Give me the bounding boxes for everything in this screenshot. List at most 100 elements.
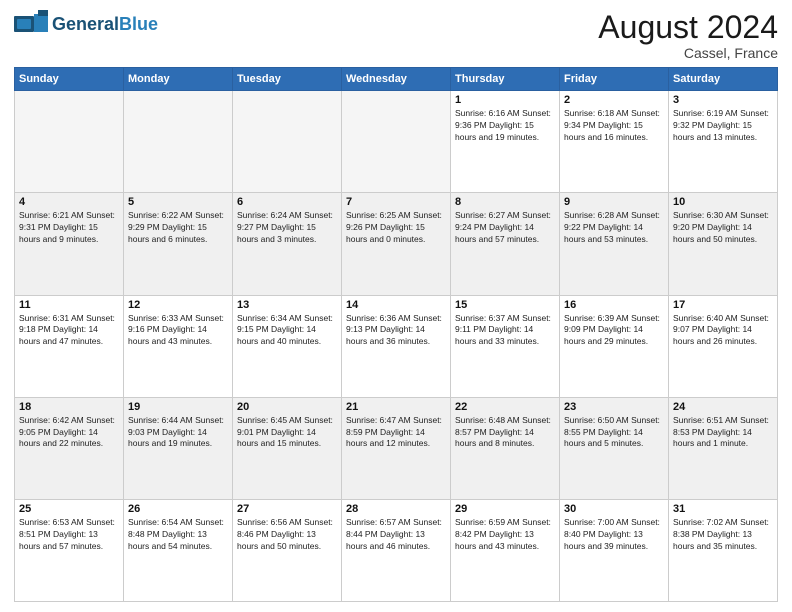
calendar-cell: 14Sunrise: 6:36 AM Sunset: 9:13 PM Dayli… bbox=[342, 295, 451, 397]
day-number: 29 bbox=[455, 503, 555, 515]
weekday-header-wednesday: Wednesday bbox=[342, 68, 451, 91]
calendar-cell: 19Sunrise: 6:44 AM Sunset: 9:03 PM Dayli… bbox=[124, 397, 233, 499]
day-number: 10 bbox=[673, 196, 773, 208]
cell-info: Sunrise: 6:42 AM Sunset: 9:05 PM Dayligh… bbox=[19, 415, 119, 451]
location: Cassel, France bbox=[598, 45, 778, 61]
cell-info: Sunrise: 6:56 AM Sunset: 8:46 PM Dayligh… bbox=[237, 517, 337, 553]
calendar-cell: 28 Sunrise: 6:57 AM Sunset: 8:44 PM Dayli… bbox=[342, 499, 451, 601]
weekday-header-sunday: Sunday bbox=[15, 68, 124, 91]
day-number: 20 bbox=[237, 401, 337, 413]
calendar-cell: 26 Sunrise: 6:54 AM Sunset: 8:48 PM Dayli… bbox=[124, 499, 233, 601]
cell-info: Sunrise: 7:00 AM Sunset: 8:40 PM Dayligh… bbox=[564, 517, 664, 553]
calendar-cell: 16 Sunrise: 6:39 AM Sunset: 9:09 PM Dayli… bbox=[560, 295, 669, 397]
calendar-cell: 3 Sunrise: 6:19 AM Sunset: 9:32 PM Daylig… bbox=[669, 91, 778, 193]
month-title: August 2024 bbox=[598, 10, 778, 45]
cell-info: Sunrise: 6:59 AM Sunset: 8:42 PM Dayligh… bbox=[455, 517, 555, 553]
calendar-table: SundayMondayTuesdayWednesdayThursdayFrid… bbox=[14, 67, 778, 602]
logo-icon bbox=[14, 10, 48, 38]
calendar-cell: 22 Sunrise: 6:48 AM Sunset: 8:57 PM Dayli… bbox=[451, 397, 560, 499]
cell-info: Sunrise: 6:50 AM Sunset: 8:55 PM Dayligh… bbox=[564, 415, 664, 451]
day-number: 14 bbox=[346, 299, 446, 311]
calendar-cell: 24 Sunrise: 6:51 AM Sunset: 8:53 PM Dayli… bbox=[669, 397, 778, 499]
calendar-cell: 21Sunrise: 6:47 AM Sunset: 8:59 PM Dayli… bbox=[342, 397, 451, 499]
calendar-cell: 10 Sunrise: 6:30 AM Sunset: 9:20 PM Dayli… bbox=[669, 193, 778, 295]
calendar-cell: 20 Sunrise: 6:45 AM Sunset: 9:01 PM Dayli… bbox=[233, 397, 342, 499]
calendar-cell bbox=[124, 91, 233, 193]
calendar-cell: 23 Sunrise: 6:50 AM Sunset: 8:55 PM Dayli… bbox=[560, 397, 669, 499]
calendar-cell bbox=[342, 91, 451, 193]
calendar-cell: 17 Sunrise: 6:40 AM Sunset: 9:07 PM Dayli… bbox=[669, 295, 778, 397]
calendar-cell: 13 Sunrise: 6:34 AM Sunset: 9:15 PM Dayli… bbox=[233, 295, 342, 397]
day-number: 11 bbox=[19, 299, 119, 311]
cell-info: Sunrise: 6:34 AM Sunset: 9:15 PM Dayligh… bbox=[237, 313, 337, 349]
cell-info: Sunrise: 6:30 AM Sunset: 9:20 PM Dayligh… bbox=[673, 210, 773, 246]
day-number: 26 bbox=[128, 503, 228, 515]
day-number: 24 bbox=[673, 401, 773, 413]
cell-info: Sunrise: 6:19 AM Sunset: 9:32 PM Dayligh… bbox=[673, 108, 773, 144]
page: GeneralBlue August 2024 Cassel, France S… bbox=[0, 0, 792, 612]
day-number: 18 bbox=[19, 401, 119, 413]
cell-info: Sunrise: 6:24 AM Sunset: 9:27 PM Dayligh… bbox=[237, 210, 337, 246]
day-number: 19 bbox=[128, 401, 228, 413]
cell-info: Sunrise: 6:48 AM Sunset: 8:57 PM Dayligh… bbox=[455, 415, 555, 451]
day-number: 9 bbox=[564, 196, 664, 208]
calendar-cell: 2 Sunrise: 6:18 AM Sunset: 9:34 PM Daylig… bbox=[560, 91, 669, 193]
cell-info: Sunrise: 6:51 AM Sunset: 8:53 PM Dayligh… bbox=[673, 415, 773, 451]
day-number: 16 bbox=[564, 299, 664, 311]
title-block: August 2024 Cassel, France bbox=[598, 10, 778, 61]
cell-info: Sunrise: 7:02 AM Sunset: 8:38 PM Dayligh… bbox=[673, 517, 773, 553]
day-number: 23 bbox=[564, 401, 664, 413]
calendar-cell: 12Sunrise: 6:33 AM Sunset: 9:16 PM Dayli… bbox=[124, 295, 233, 397]
weekday-header-tuesday: Tuesday bbox=[233, 68, 342, 91]
cell-info: Sunrise: 6:57 AM Sunset: 8:44 PM Dayligh… bbox=[346, 517, 446, 553]
calendar-cell: 30Sunrise: 7:00 AM Sunset: 8:40 PM Dayli… bbox=[560, 499, 669, 601]
day-number: 13 bbox=[237, 299, 337, 311]
calendar-cell: 31 Sunrise: 7:02 AM Sunset: 8:38 PM Dayli… bbox=[669, 499, 778, 601]
cell-info: Sunrise: 6:45 AM Sunset: 9:01 PM Dayligh… bbox=[237, 415, 337, 451]
cell-info: Sunrise: 6:54 AM Sunset: 8:48 PM Dayligh… bbox=[128, 517, 228, 553]
calendar-cell: 1 Sunrise: 6:16 AM Sunset: 9:36 PM Daylig… bbox=[451, 91, 560, 193]
weekday-header-thursday: Thursday bbox=[451, 68, 560, 91]
day-number: 3 bbox=[673, 94, 773, 106]
cell-info: Sunrise: 6:16 AM Sunset: 9:36 PM Dayligh… bbox=[455, 108, 555, 144]
calendar-cell: 4 Sunrise: 6:21 AM Sunset: 9:31 PM Daylig… bbox=[15, 193, 124, 295]
day-number: 15 bbox=[455, 299, 555, 311]
calendar-cell: 7 Sunrise: 6:25 AM Sunset: 9:26 PM Daylig… bbox=[342, 193, 451, 295]
cell-info: Sunrise: 6:31 AM Sunset: 9:18 PM Dayligh… bbox=[19, 313, 119, 349]
weekday-header-friday: Friday bbox=[560, 68, 669, 91]
calendar-cell: 6 Sunrise: 6:24 AM Sunset: 9:27 PM Daylig… bbox=[233, 193, 342, 295]
cell-info: Sunrise: 6:22 AM Sunset: 9:29 PM Dayligh… bbox=[128, 210, 228, 246]
day-number: 7 bbox=[346, 196, 446, 208]
calendar-cell bbox=[15, 91, 124, 193]
day-number: 5 bbox=[128, 196, 228, 208]
calendar-cell: 15Sunrise: 6:37 AM Sunset: 9:11 PM Dayli… bbox=[451, 295, 560, 397]
calendar-cell: 11 Sunrise: 6:31 AM Sunset: 9:18 PM Dayli… bbox=[15, 295, 124, 397]
day-number: 4 bbox=[19, 196, 119, 208]
cell-info: Sunrise: 6:27 AM Sunset: 9:24 PM Dayligh… bbox=[455, 210, 555, 246]
day-number: 28 bbox=[346, 503, 446, 515]
day-number: 21 bbox=[346, 401, 446, 413]
header: GeneralBlue August 2024 Cassel, France bbox=[14, 10, 778, 61]
day-number: 8 bbox=[455, 196, 555, 208]
cell-info: Sunrise: 6:53 AM Sunset: 8:51 PM Dayligh… bbox=[19, 517, 119, 553]
day-number: 2 bbox=[564, 94, 664, 106]
logo: GeneralBlue bbox=[14, 10, 158, 38]
calendar-cell: 25Sunrise: 6:53 AM Sunset: 8:51 PM Dayli… bbox=[15, 499, 124, 601]
cell-info: Sunrise: 6:18 AM Sunset: 9:34 PM Dayligh… bbox=[564, 108, 664, 144]
calendar-cell: 18 Sunrise: 6:42 AM Sunset: 9:05 PM Dayli… bbox=[15, 397, 124, 499]
cell-info: Sunrise: 6:28 AM Sunset: 9:22 PM Dayligh… bbox=[564, 210, 664, 246]
calendar-cell: 5 Sunrise: 6:22 AM Sunset: 9:29 PM Daylig… bbox=[124, 193, 233, 295]
day-number: 22 bbox=[455, 401, 555, 413]
logo-name: GeneralBlue bbox=[52, 15, 158, 33]
day-number: 31 bbox=[673, 503, 773, 515]
cell-info: Sunrise: 6:21 AM Sunset: 9:31 PM Dayligh… bbox=[19, 210, 119, 246]
day-number: 17 bbox=[673, 299, 773, 311]
cell-info: Sunrise: 6:33 AM Sunset: 9:16 PM Dayligh… bbox=[128, 313, 228, 349]
cell-info: Sunrise: 6:40 AM Sunset: 9:07 PM Dayligh… bbox=[673, 313, 773, 349]
day-number: 1 bbox=[455, 94, 555, 106]
weekday-header-saturday: Saturday bbox=[669, 68, 778, 91]
calendar-cell: 27Sunrise: 6:56 AM Sunset: 8:46 PM Dayli… bbox=[233, 499, 342, 601]
cell-info: Sunrise: 6:25 AM Sunset: 9:26 PM Dayligh… bbox=[346, 210, 446, 246]
day-number: 6 bbox=[237, 196, 337, 208]
cell-info: Sunrise: 6:39 AM Sunset: 9:09 PM Dayligh… bbox=[564, 313, 664, 349]
